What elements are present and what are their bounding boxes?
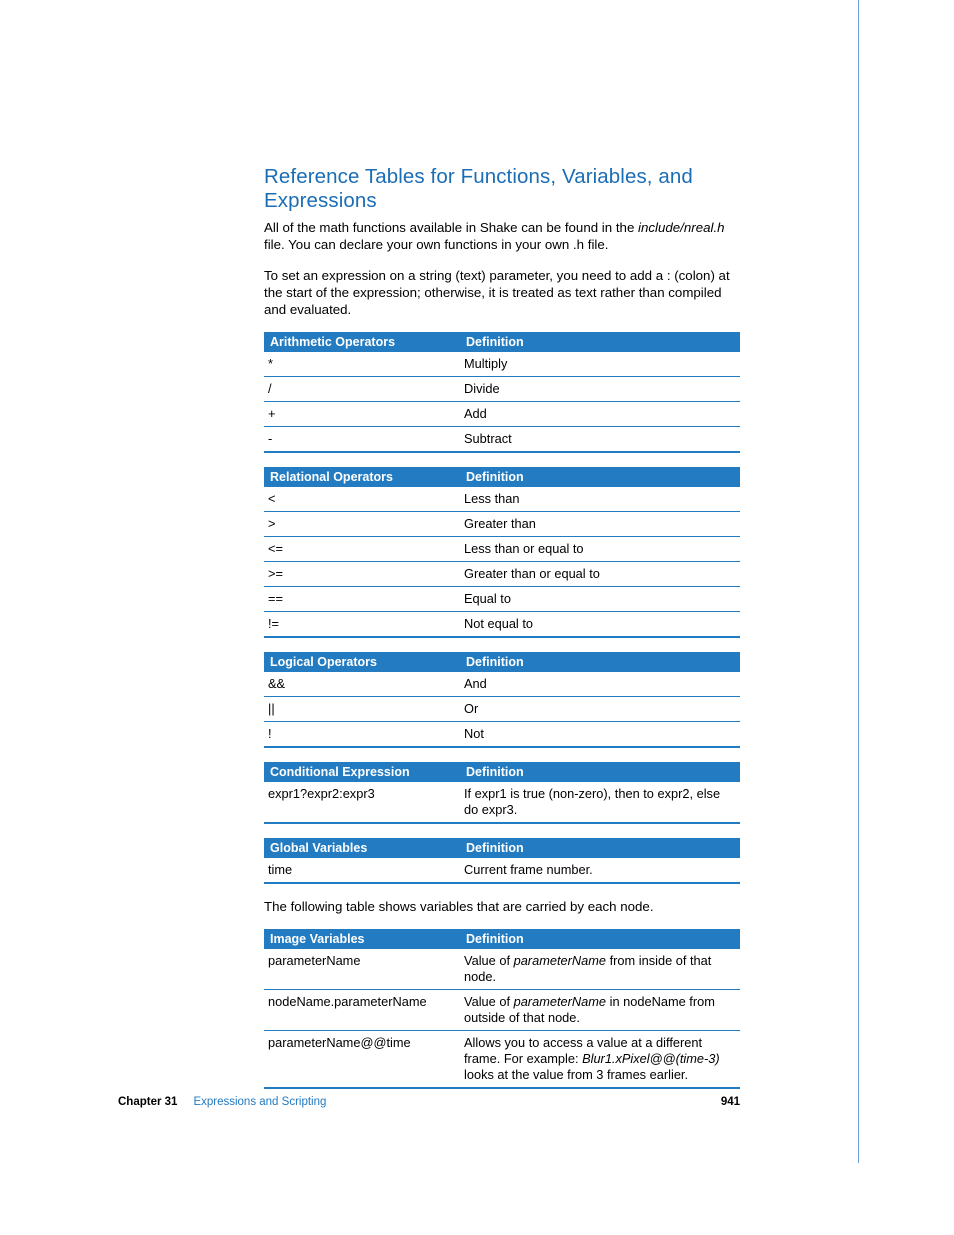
col-operator: Image Variables (264, 929, 460, 949)
table-row: +Add (264, 402, 740, 427)
table-row: nodeName.parameterName Value of paramete… (264, 990, 740, 1031)
cell: Equal to (460, 587, 740, 612)
cell: + (264, 402, 460, 427)
cell: Not equal to (460, 612, 740, 638)
col-operator: Arithmetic Operators (264, 332, 460, 352)
table-row: !=Not equal to (264, 612, 740, 638)
cell: Divide (460, 377, 740, 402)
text: All of the math functions available in S… (264, 220, 638, 235)
table-row: /Divide (264, 377, 740, 402)
col-definition: Definition (460, 762, 740, 782)
relational-operators-table: Relational Operators Definition <Less th… (264, 467, 740, 638)
cell: - (264, 427, 460, 453)
table-row: >Greater than (264, 512, 740, 537)
cell: Greater than (460, 512, 740, 537)
cell: >= (264, 562, 460, 587)
table-row: ||Or (264, 697, 740, 722)
text: file. You can declare your own functions… (264, 237, 608, 252)
cell: Allows you to access a value at a differ… (460, 1031, 740, 1089)
cell: Less than (460, 487, 740, 512)
cell: == (264, 587, 460, 612)
table-row: >=Greater than or equal to (264, 562, 740, 587)
cell: expr1?expr2:expr3 (264, 782, 460, 823)
cell: != (264, 612, 460, 638)
cell: <= (264, 537, 460, 562)
text: Value of (464, 994, 514, 1009)
term: Blur1.xPixel@@(time-3) (582, 1051, 720, 1066)
filename: include/nreal.h (638, 220, 725, 235)
term: parameterName (514, 994, 606, 1009)
logical-operators-table: Logical Operators Definition &&And ||Or … (264, 652, 740, 748)
heading: Reference Tables for Functions, Variable… (264, 165, 740, 213)
text: Value of (464, 953, 514, 968)
cell: ! (264, 722, 460, 748)
table-head: Global Variables Definition (264, 838, 740, 858)
table-row: -Subtract (264, 427, 740, 453)
table-head: Arithmetic Operators Definition (264, 332, 740, 352)
table-row: !Not (264, 722, 740, 748)
cell: Value of parameterName from inside of th… (460, 949, 740, 990)
cell: nodeName.parameterName (264, 990, 460, 1031)
table-head: Image Variables Definition (264, 929, 740, 949)
col-operator: Global Variables (264, 838, 460, 858)
cell: If expr1 is true (non-zero), then to exp… (460, 782, 740, 823)
cell: || (264, 697, 460, 722)
table-row: *Multiply (264, 352, 740, 377)
col-definition: Definition (460, 929, 740, 949)
cell: / (264, 377, 460, 402)
arithmetic-operators-table: Arithmetic Operators Definition *Multipl… (264, 332, 740, 453)
cell: Subtract (460, 427, 740, 453)
intro-paragraph-1: All of the math functions available in S… (264, 219, 740, 253)
table-row: ==Equal to (264, 587, 740, 612)
col-operator: Logical Operators (264, 652, 460, 672)
node-variables-intro: The following table shows variables that… (264, 898, 740, 915)
col-definition: Definition (460, 652, 740, 672)
table-row: expr1?expr2:expr3If expr1 is true (non-z… (264, 782, 740, 823)
cell: parameterName (264, 949, 460, 990)
table-row: parameterName Value of parameterName fro… (264, 949, 740, 990)
table-row: <=Less than or equal to (264, 537, 740, 562)
col-definition: Definition (460, 838, 740, 858)
col-operator: Relational Operators (264, 467, 460, 487)
text: looks at the value from 3 frames earlier… (464, 1067, 688, 1082)
chapter-label: Chapter 31 (118, 1096, 177, 1108)
page: Reference Tables for Functions, Variable… (0, 0, 859, 1163)
chapter-title: Expressions and Scripting (193, 1096, 326, 1108)
cell: Less than or equal to (460, 537, 740, 562)
cell: Multiply (460, 352, 740, 377)
table-row: parameterName@@time Allows you to access… (264, 1031, 740, 1089)
cell: && (264, 672, 460, 697)
cell: time (264, 858, 460, 883)
table-head: Relational Operators Definition (264, 467, 740, 487)
cell: Greater than or equal to (460, 562, 740, 587)
table-row: timeCurrent frame number. (264, 858, 740, 883)
cell: > (264, 512, 460, 537)
cell: parameterName@@time (264, 1031, 460, 1089)
cell: And (460, 672, 740, 697)
term: parameterName (514, 953, 606, 968)
page-footer: Chapter 31 Expressions and Scripting 941 (118, 1096, 740, 1108)
global-variables-table: Global Variables Definition timeCurrent … (264, 838, 740, 884)
intro-paragraph-2: To set an expression on a string (text) … (264, 267, 740, 318)
col-definition: Definition (460, 332, 740, 352)
cell: * (264, 352, 460, 377)
conditional-expression-table: Conditional Expression Definition expr1?… (264, 762, 740, 824)
cell: Or (460, 697, 740, 722)
cell: Add (460, 402, 740, 427)
cell: Value of parameterName in nodeName from … (460, 990, 740, 1031)
table-head: Conditional Expression Definition (264, 762, 740, 782)
col-definition: Definition (460, 467, 740, 487)
table-row: <Less than (264, 487, 740, 512)
table-row: &&And (264, 672, 740, 697)
cell: Not (460, 722, 740, 748)
image-variables-table: Image Variables Definition parameterName… (264, 929, 740, 1089)
table-head: Logical Operators Definition (264, 652, 740, 672)
page-number: 941 (721, 1096, 740, 1108)
col-operator: Conditional Expression (264, 762, 460, 782)
cell: Current frame number. (460, 858, 740, 883)
cell: < (264, 487, 460, 512)
